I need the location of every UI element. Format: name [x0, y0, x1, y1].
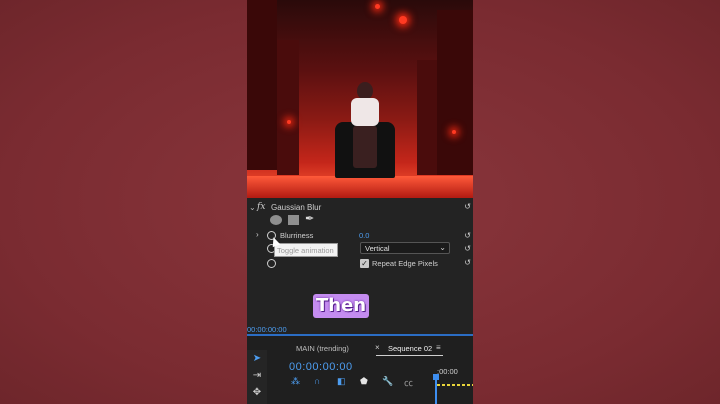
reset-icon[interactable]: ↺ [464, 231, 471, 240]
rectangle-mask-icon[interactable] [288, 215, 299, 225]
toggle-animation-tooltip: Toggle animation [274, 243, 338, 257]
tab-main-trending[interactable]: MAIN (trending) [296, 344, 349, 353]
building [417, 60, 437, 175]
close-icon[interactable]: × [375, 343, 380, 352]
dropdown-value: Vertical [365, 244, 390, 253]
ruler-time-label: :00:00 [437, 367, 458, 376]
effect-name: Gaussian Blur [271, 203, 322, 212]
snap-icon[interactable]: ∩ [314, 376, 320, 386]
fx-icon[interactable]: fx [257, 202, 265, 212]
expand-arrow-icon[interactable]: › [256, 230, 259, 239]
seated-person [349, 82, 381, 172]
track-select-tool-icon[interactable]: ⇥ [250, 369, 264, 383]
playhead-line[interactable] [435, 376, 437, 404]
light-glow [399, 16, 407, 24]
timeline-panel: ➤ ⇥ ✥ MAIN (trending) × Sequence 02 ≡ 00… [247, 336, 473, 404]
repeat-edge-label: Repeat Edge Pixels [372, 259, 438, 268]
tab-sequence-02[interactable]: Sequence 02 [388, 344, 432, 353]
ripple-edit-tool-icon[interactable]: ✥ [250, 386, 264, 400]
active-tab-underline [376, 355, 443, 356]
person-torso [351, 98, 379, 126]
stopwatch-icon[interactable] [267, 259, 276, 268]
selection-tool-icon[interactable]: ➤ [250, 352, 264, 366]
chevron-down-icon[interactable]: ⌄ [249, 203, 256, 212]
menu-icon[interactable]: ≡ [436, 343, 441, 352]
reset-icon[interactable]: ↺ [464, 258, 471, 267]
marker-icon[interactable]: ⬟ [360, 376, 368, 387]
vertical-video-frame: ⌄ fx Gaussian Blur ↺ ✒ › Blurriness 0.0 … [247, 0, 473, 404]
blurriness-label: Blurriness [280, 231, 314, 240]
effect-header: ⌄ fx Gaussian Blur ↺ [247, 202, 473, 216]
tools-panel: ➤ ⇥ ✥ [247, 350, 267, 404]
current-time-small[interactable]: 00:00:00:00 [247, 325, 287, 334]
light-glow [375, 4, 380, 9]
nest-icon[interactable]: ⁂ [291, 376, 300, 387]
building [277, 40, 299, 175]
reset-icon[interactable]: ↺ [464, 244, 471, 253]
captions-icon[interactable]: ㏄ [404, 376, 413, 389]
effect-timecode-strip: 00:00:00:00 [247, 324, 473, 336]
building [247, 0, 277, 170]
video-preview [247, 0, 473, 198]
linked-selection-icon[interactable]: ◧ [337, 376, 346, 387]
light-glow [287, 120, 291, 124]
building [437, 10, 473, 175]
effect-controls-panel: ⌄ fx Gaussian Blur ↺ ✒ › Blurriness 0.0 … [247, 198, 473, 338]
caption-text: Then [313, 294, 370, 318]
pen-mask-icon[interactable]: ✒ [305, 212, 314, 225]
light-glow [452, 130, 456, 134]
chevron-down-icon: ⌄ [439, 243, 446, 252]
ellipse-mask-icon[interactable] [270, 215, 282, 225]
blurriness-value[interactable]: 0.0 [359, 231, 369, 240]
blur-dimensions-dropdown[interactable]: Vertical ⌄ [360, 242, 450, 254]
sequence-timecode[interactable]: 00:00:00:00 [289, 361, 353, 373]
person-legs [353, 126, 377, 168]
wrench-icon[interactable]: 🔧 [382, 376, 393, 387]
stage-floor [247, 176, 473, 198]
work-area-bar [437, 384, 473, 386]
reset-icon[interactable]: ↺ [464, 202, 471, 211]
repeat-edge-checkbox[interactable]: ✓ [360, 259, 369, 268]
